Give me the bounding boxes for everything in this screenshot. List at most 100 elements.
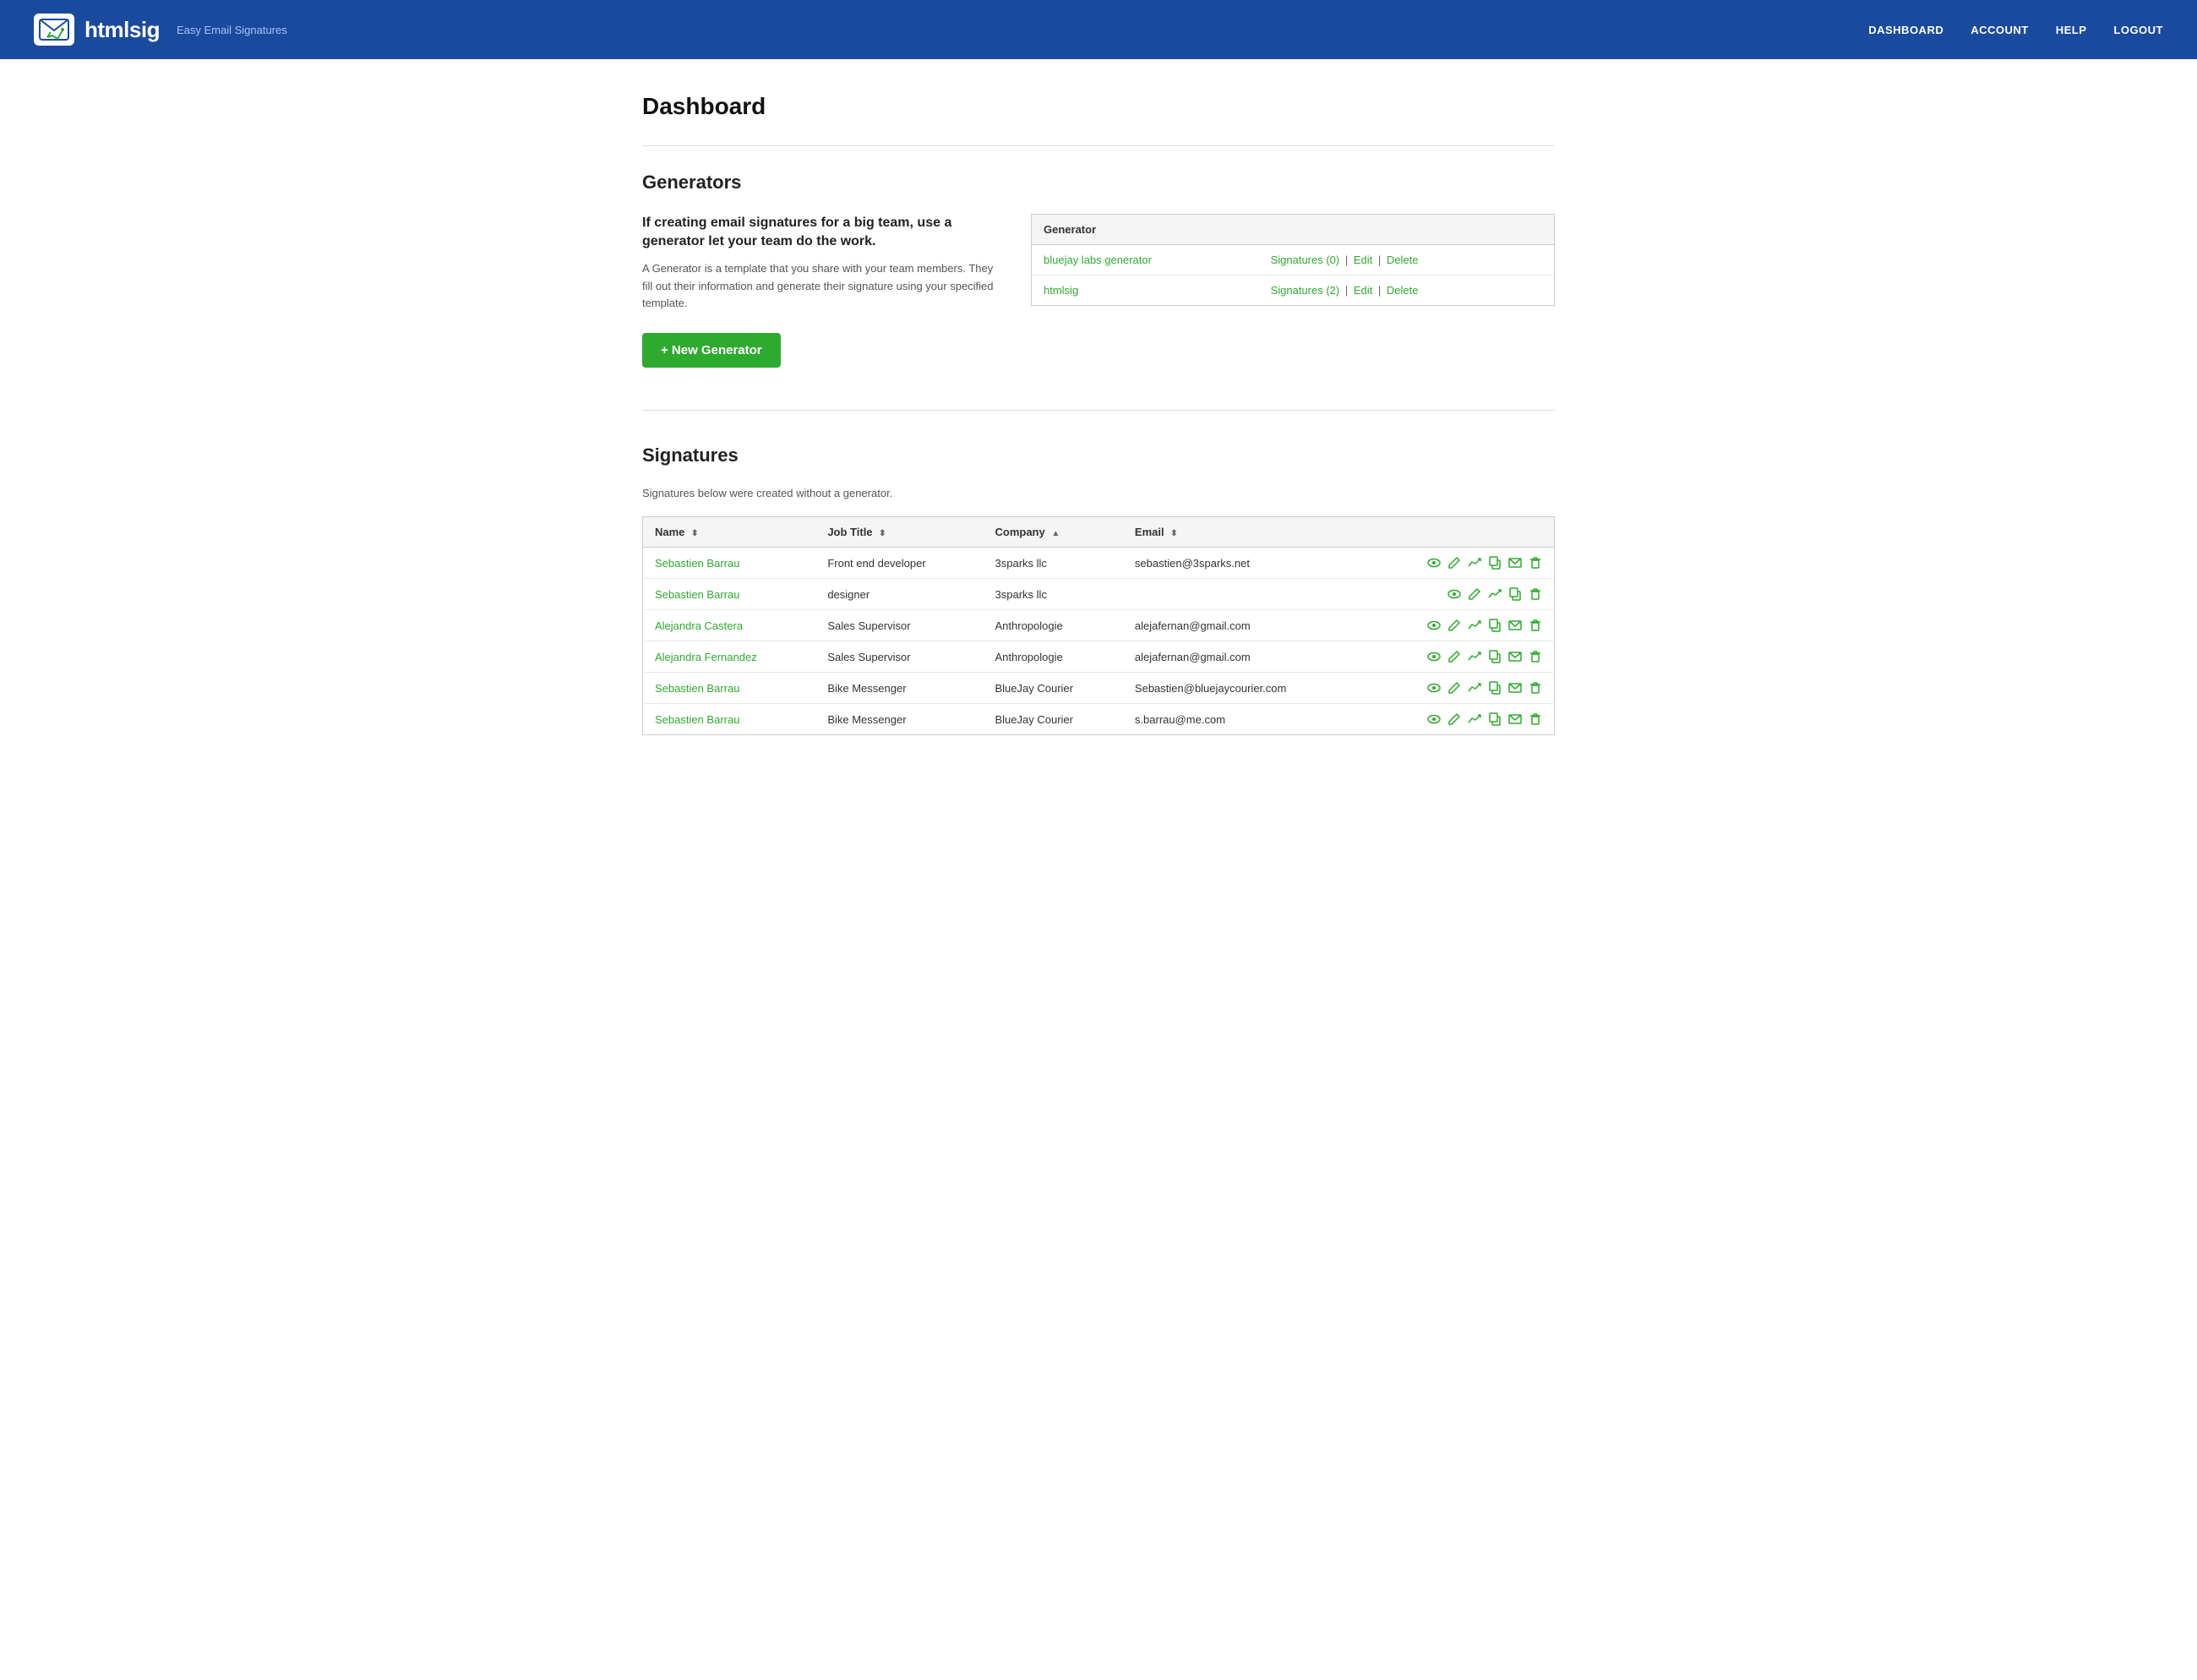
- copy-icon[interactable]: [1488, 619, 1502, 632]
- chart-icon[interactable]: [1468, 650, 1481, 663]
- generator-name-link[interactable]: bluejay labs generator: [1044, 254, 1152, 266]
- sig-job-title: Sales Supervisor: [815, 610, 983, 641]
- nav-dashboard[interactable]: DASHBOARD: [1868, 24, 1944, 36]
- logo-svg: [39, 19, 69, 41]
- view-icon[interactable]: [1427, 619, 1441, 632]
- view-icon[interactable]: [1427, 712, 1441, 726]
- sig-company: BlueJay Courier: [984, 704, 1123, 735]
- table-row: Alejandra Fernandez Sales Supervisor Ant…: [643, 641, 1555, 673]
- edit-icon[interactable]: [1447, 650, 1461, 663]
- sig-actions: [1376, 556, 1542, 570]
- sig-name-link[interactable]: Sebastien Barrau: [655, 713, 739, 726]
- generators-divider: [642, 410, 1555, 411]
- sort-icon-company: ▲: [1051, 529, 1060, 538]
- edit-icon[interactable]: [1447, 681, 1461, 695]
- view-icon[interactable]: [1447, 587, 1461, 601]
- sig-actions: [1376, 712, 1542, 726]
- generators-section-title: Generators: [642, 172, 1555, 194]
- nav-logout[interactable]: LOGOUT: [2113, 24, 2163, 36]
- email-icon[interactable]: [1508, 650, 1522, 663]
- delete-icon[interactable]: [1529, 587, 1542, 601]
- generator-delete-link[interactable]: Delete: [1387, 284, 1419, 297]
- generators-desc-sub: A Generator is a template that you share…: [642, 260, 997, 313]
- nav-account[interactable]: ACCOUNT: [1971, 24, 2029, 36]
- sep1: |: [1345, 254, 1351, 266]
- sig-name-link[interactable]: Alejandra Castera: [655, 619, 743, 632]
- generator-signatures-link[interactable]: Signatures (2): [1271, 284, 1340, 297]
- copy-icon[interactable]: [1488, 556, 1502, 570]
- sep1: |: [1345, 284, 1351, 297]
- nav-help[interactable]: HELP: [2056, 24, 2087, 36]
- table-row: Sebastien Barrau Bike Messenger BlueJay …: [643, 704, 1555, 735]
- generator-actions: Signatures (2) | Edit | Delete: [1259, 275, 1555, 306]
- generators-desc-main: If creating email signatures for a big t…: [642, 214, 997, 252]
- header: htmlsig Easy Email Signatures DASHBOARD …: [0, 0, 2197, 59]
- col-jobtitle[interactable]: Job Title ⬍: [815, 517, 983, 548]
- sig-email: s.barrau@me.com: [1123, 704, 1364, 735]
- delete-icon[interactable]: [1529, 712, 1542, 726]
- col-company[interactable]: Company ▲: [984, 517, 1123, 548]
- sig-name-link[interactable]: Sebastien Barrau: [655, 557, 739, 570]
- table-row: Sebastien Barrau designer 3sparks llc: [643, 579, 1555, 610]
- email-icon[interactable]: [1508, 681, 1522, 695]
- table-row: Alejandra Castera Sales Supervisor Anthr…: [643, 610, 1555, 641]
- view-icon[interactable]: [1427, 681, 1441, 695]
- email-icon[interactable]: [1508, 556, 1522, 570]
- view-icon[interactable]: [1427, 650, 1441, 663]
- delete-icon[interactable]: [1529, 556, 1542, 570]
- col-name[interactable]: Name ⬍: [643, 517, 816, 548]
- copy-icon[interactable]: [1508, 587, 1522, 601]
- generators-table: Generator bluejay labs generator Signatu…: [1031, 214, 1555, 306]
- col-actions: [1364, 517, 1555, 548]
- delete-icon[interactable]: [1529, 650, 1542, 663]
- sort-icon-email: ⬍: [1170, 529, 1177, 538]
- sig-actions-cell: [1364, 673, 1555, 704]
- sig-company: Anthropologie: [984, 610, 1123, 641]
- main-content: Dashboard Generators If creating email s…: [608, 59, 1589, 769]
- sig-job-title: Bike Messenger: [815, 704, 983, 735]
- sig-actions-cell: [1364, 548, 1555, 579]
- sig-email: alejafernan@gmail.com: [1123, 641, 1364, 673]
- copy-icon[interactable]: [1488, 681, 1502, 695]
- chart-icon[interactable]: [1468, 681, 1481, 695]
- generator-signatures-link[interactable]: Signatures (0): [1271, 254, 1340, 266]
- new-generator-button[interactable]: + New Generator: [642, 333, 781, 368]
- sig-actions-cell: [1364, 641, 1555, 673]
- edit-icon[interactable]: [1468, 587, 1481, 601]
- generator-row: bluejay labs generator Signatures (0) | …: [1032, 245, 1555, 275]
- edit-icon[interactable]: [1447, 556, 1461, 570]
- sig-actions-cell: [1364, 704, 1555, 735]
- copy-icon[interactable]: [1488, 712, 1502, 726]
- edit-icon[interactable]: [1447, 712, 1461, 726]
- edit-icon[interactable]: [1447, 619, 1461, 632]
- col-email[interactable]: Email ⬍: [1123, 517, 1364, 548]
- chart-icon[interactable]: [1468, 619, 1481, 632]
- chart-icon[interactable]: [1468, 556, 1481, 570]
- generators-section: Generators If creating email signatures …: [642, 172, 1555, 368]
- generator-delete-link[interactable]: Delete: [1387, 254, 1419, 266]
- sig-job-title: Sales Supervisor: [815, 641, 983, 673]
- sig-name-link[interactable]: Sebastien Barrau: [655, 588, 739, 601]
- chart-icon[interactable]: [1468, 712, 1481, 726]
- copy-icon[interactable]: [1488, 650, 1502, 663]
- generator-edit-link[interactable]: Edit: [1354, 284, 1372, 297]
- view-icon[interactable]: [1427, 556, 1441, 570]
- table-row: Sebastien Barrau Front end developer 3sp…: [643, 548, 1555, 579]
- table-row: Sebastien Barrau Bike Messenger BlueJay …: [643, 673, 1555, 704]
- delete-icon[interactable]: [1529, 619, 1542, 632]
- sig-name-link[interactable]: Alejandra Fernandez: [655, 651, 757, 663]
- email-icon[interactable]: [1508, 619, 1522, 632]
- delete-icon[interactable]: [1529, 681, 1542, 695]
- generator-edit-link[interactable]: Edit: [1354, 254, 1372, 266]
- email-icon[interactable]: [1508, 712, 1522, 726]
- generator-name-link[interactable]: htmlsig: [1044, 284, 1078, 297]
- chart-icon[interactable]: [1488, 587, 1502, 601]
- sig-name: Alejandra Fernandez: [643, 641, 816, 673]
- sig-email: sebastien@3sparks.net: [1123, 548, 1364, 579]
- sig-job-title: designer: [815, 579, 983, 610]
- sig-actions: [1376, 681, 1542, 695]
- sig-name-link[interactable]: Sebastien Barrau: [655, 682, 739, 695]
- header-divider: [642, 145, 1555, 146]
- signatures-subtitle: Signatures below were created without a …: [642, 487, 1555, 499]
- generator-name: htmlsig: [1032, 275, 1259, 306]
